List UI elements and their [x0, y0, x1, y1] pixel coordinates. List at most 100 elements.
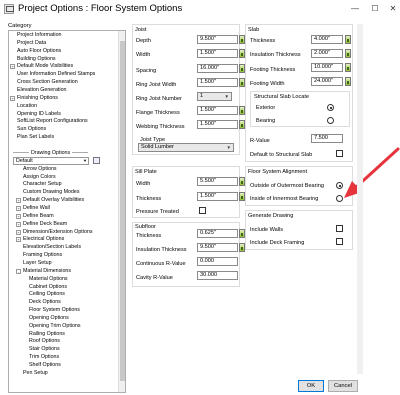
sill-thickness-label: Thickness	[136, 196, 162, 202]
tree-item[interactable]: Assign Colors	[23, 174, 56, 181]
tree-item[interactable]: Trim Options	[29, 354, 59, 361]
tree-item[interactable]: Arrow Options	[23, 166, 57, 173]
tree-item[interactable]: Layer Setup	[23, 260, 52, 267]
tree-item[interactable]: Deck Options	[29, 299, 61, 306]
tree-item[interactable]: Elevation/Section Labels	[23, 244, 81, 251]
footing-thickness-input[interactable]: 10.000"	[311, 63, 343, 72]
tree-item[interactable]: Opening Options	[29, 315, 69, 322]
library-icon[interactable]	[93, 156, 100, 164]
tree-item[interactable]: Project Data	[17, 40, 46, 47]
sill-thickness-input[interactable]: 1.500"	[197, 192, 238, 201]
tree-item[interactable]: SoftList Report Configurations	[17, 118, 88, 125]
tree-item[interactable]: Roof Options	[29, 338, 60, 345]
expand-icon[interactable]: +	[16, 237, 21, 243]
expand-icon[interactable]: +	[16, 221, 21, 227]
category-tree[interactable]: Project Information Project Data Auto Floo…	[8, 30, 126, 393]
tree-item[interactable]: Elevation Generation	[17, 87, 66, 94]
tree-scroll-thumb[interactable]	[120, 41, 125, 381]
joist-width-input[interactable]: 1.500"	[197, 49, 238, 58]
tree-item[interactable]: Project Information	[17, 32, 61, 39]
ring-joist-width-label: Ring Joist Width	[136, 82, 177, 88]
include-walls-checkbox[interactable]	[336, 225, 343, 232]
tree-item[interactable]: Cabinet Options	[29, 284, 67, 291]
bearing-radio[interactable]	[327, 117, 334, 124]
cavity-r-label: Cavity R-Value	[136, 275, 173, 281]
insulation-thickness-input[interactable]: 9.500"	[197, 243, 238, 252]
tree-item[interactable]: Define Wall	[23, 205, 50, 212]
pressure-treated-checkbox[interactable]	[199, 207, 206, 214]
tree-item[interactable]: Auto Floor Options	[17, 48, 61, 55]
pressure-treated-label: Pressure Treated	[136, 209, 179, 215]
tree-item[interactable]: Pen Setup	[23, 370, 48, 377]
library-icon[interactable]	[345, 63, 351, 72]
maximize-button[interactable]: ☐	[368, 2, 382, 16]
tree-item[interactable]: Electrical Options	[23, 236, 64, 243]
tree-item[interactable]: Define Beam	[23, 213, 54, 220]
tree-item[interactable]: Character Setup	[23, 181, 62, 188]
collapse-icon[interactable]: -	[16, 268, 21, 274]
chevron-down-icon: ▼	[226, 145, 231, 150]
drawing-options-combo[interactable]: Default ▼	[13, 156, 89, 165]
joist-spacing-label: Spacing	[136, 68, 157, 74]
tree-item[interactable]: Ceiling Options	[29, 291, 65, 298]
minimize-button[interactable]: —	[348, 2, 362, 16]
tree-item[interactable]: Framing Options	[23, 252, 62, 259]
cancel-button[interactable]: Cancel	[328, 380, 358, 392]
tree-item[interactable]: Railing Options	[29, 331, 65, 338]
tree-item[interactable]: Plan Set Labels	[17, 134, 54, 141]
tree-item[interactable]: Dimension/Extension Options	[23, 229, 92, 236]
expand-icon[interactable]: +	[16, 206, 21, 211]
library-icon[interactable]	[345, 35, 351, 44]
ring-joist-width-input[interactable]: 1.500"	[197, 78, 238, 87]
tree-item[interactable]: Sun Options	[17, 126, 46, 133]
expand-icon[interactable]: +	[10, 95, 15, 101]
slab-thickness-label: Thickness	[250, 38, 276, 44]
tree-item[interactable]: Define Deck Beam	[23, 221, 67, 228]
tree-item[interactable]: Floor System Options	[29, 307, 80, 314]
expand-icon[interactable]: +	[16, 213, 21, 219]
include-deck-framing-checkbox[interactable]	[336, 238, 343, 245]
main-scrollbar[interactable]	[357, 24, 363, 374]
slab-insulation-input[interactable]: 2.000"	[311, 49, 343, 58]
joist-depth-input[interactable]: 9.500"	[197, 35, 238, 44]
tree-item[interactable]: Material Dimensions	[23, 268, 71, 275]
tree-item[interactable]: Finishing Options	[17, 95, 58, 102]
tree-item[interactable]: Opening Trim Options	[29, 323, 81, 330]
expand-icon[interactable]: +	[16, 229, 21, 235]
webbing-thickness-label: Webbing Thickness	[136, 124, 185, 130]
exterior-radio[interactable]	[327, 104, 334, 111]
slab-thickness-input[interactable]: 4.000"	[311, 35, 343, 44]
flange-thickness-label: Flange Thickness	[136, 110, 180, 116]
cavity-r-input[interactable]: 30.000	[197, 271, 238, 280]
tree-item[interactable]: Default Mode Visibilities	[17, 63, 73, 70]
structural-slab-locate-title: Structural Slab Locate	[254, 94, 310, 100]
ok-button[interactable]: OK	[298, 380, 324, 392]
tree-item[interactable]: Cross Section Generation	[17, 79, 78, 86]
expand-icon[interactable]: +	[16, 198, 21, 204]
tree-item[interactable]: Opening ID Labels	[17, 111, 61, 118]
close-button[interactable]: ✕	[386, 2, 400, 16]
flange-thickness-input[interactable]: 1.500"	[197, 106, 238, 115]
slab-r-value-input[interactable]: 7.500	[311, 134, 343, 143]
continuous-r-input[interactable]: 0.000	[197, 257, 238, 266]
expand-icon[interactable]: +	[10, 64, 15, 70]
webbing-thickness-input[interactable]: 1.500"	[197, 120, 238, 129]
tree-item[interactable]: Default Overlay Visibilities	[23, 197, 84, 204]
tree-scrollbar[interactable]	[118, 31, 125, 392]
tree-item[interactable]: Stair Options	[29, 346, 60, 353]
sill-width-input[interactable]: 5.500"	[197, 177, 238, 186]
subfloor-thickness-input[interactable]: 0.625"	[197, 229, 238, 238]
joist-depth-label: Depth	[136, 38, 151, 44]
tree-item[interactable]: User Information Defined Stamps	[17, 71, 95, 78]
joist-type-select[interactable]: Solid Lumber ▼	[138, 143, 234, 152]
tree-item[interactable]: Building Options	[17, 56, 56, 63]
tree-item[interactable]: Shelf Options	[29, 362, 61, 369]
library-icon[interactable]	[345, 77, 351, 86]
ring-joist-number-select[interactable]: 1 ▼	[197, 92, 232, 101]
footing-width-input[interactable]: 24.000"	[311, 77, 343, 86]
library-icon[interactable]	[345, 49, 351, 58]
tree-item[interactable]: Location	[17, 103, 37, 110]
joist-spacing-input[interactable]: 16.000"	[197, 64, 238, 73]
tree-item[interactable]: Material Options	[29, 276, 68, 283]
tree-item[interactable]: Custom Drawing Modes	[23, 189, 80, 196]
